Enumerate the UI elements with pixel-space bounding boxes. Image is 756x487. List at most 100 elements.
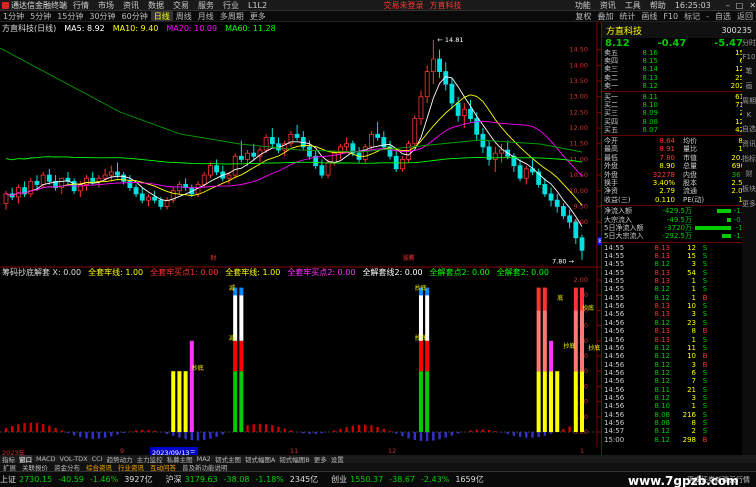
indicator-tab[interactable]: 设置 xyxy=(331,455,344,463)
tool-draw[interactable]: 画线 xyxy=(641,11,657,21)
index-shanghai[interactable]: 上证 2730.15 -40.59 -1.46% 3927亿 xyxy=(0,474,161,485)
trade-login-status[interactable]: 交易未登录 xyxy=(383,0,423,10)
indicator-tab[interactable]: VOL-TDX xyxy=(59,455,87,463)
signal-column xyxy=(418,371,423,432)
tool-mark[interactable]: 标记 xyxy=(684,11,700,21)
menu-item-market[interactable]: 市场 xyxy=(98,0,114,10)
right-strip-item[interactable]: 资讯 xyxy=(742,139,756,149)
bid-row[interactable]: 买五 8.07 42 xyxy=(602,126,756,134)
indicator-tab[interactable]: 指标 xyxy=(2,455,15,463)
index-hushen[interactable]: 沪深 3179.63 -38.08 -1.18% 2345亿 xyxy=(166,474,327,485)
tick-side: S xyxy=(702,252,708,261)
indicator-tab[interactable]: 韧式主图 xyxy=(215,455,241,463)
info-tab[interactable]: 行业资讯 xyxy=(118,463,144,471)
signal-column xyxy=(536,371,541,432)
indicator-tab[interactable]: MACD xyxy=(36,455,55,463)
indicator-tab[interactable]: 韧式幅图A xyxy=(245,455,275,463)
tick-side: S xyxy=(702,427,708,436)
info-tab[interactable]: 资金分布 xyxy=(54,463,80,471)
right-strip-item[interactable]: 笔 xyxy=(746,66,753,76)
period-5min[interactable]: 5分钟 xyxy=(27,11,54,21)
period-daily[interactable]: 日线 xyxy=(150,11,173,21)
right-strip-item[interactable]: 画 xyxy=(746,81,753,91)
index-chinext[interactable]: 创业 1550.37 -38.67 -2.43% 1659亿 xyxy=(331,474,492,485)
bid-label: 买五 xyxy=(604,125,618,134)
oscillator-bar xyxy=(444,432,447,438)
menu-item-trade[interactable]: 交易 xyxy=(173,0,189,10)
info-tab[interactable]: 综合资讯 xyxy=(86,463,112,471)
tool-adjust[interactable]: 复权 xyxy=(575,11,591,21)
menu-item-quotes[interactable]: 行情 xyxy=(73,0,89,10)
indicator-tab[interactable]: 韧式幅图B xyxy=(279,455,309,463)
right-strip-item[interactable]: 更多 xyxy=(742,199,756,209)
menu-item-data[interactable]: 数据 xyxy=(148,0,164,10)
tick-price: 8.08 xyxy=(654,418,670,427)
menu-item-function[interactable]: 功能 xyxy=(575,0,591,10)
menu-item-news[interactable]: 资讯 xyxy=(123,0,139,10)
time-axis: 2023年 9 2023/09/13三 11 12 1 xyxy=(0,447,600,457)
indicator-value: 全解套2: 0.00 xyxy=(496,268,549,277)
period-1min[interactable]: 1分钟 xyxy=(0,11,27,21)
right-strip-item[interactable]: 自选 xyxy=(742,124,756,134)
flow-bar xyxy=(695,217,731,222)
tick-row: 14:56 8.11 21 S xyxy=(602,385,756,394)
menu-item-tools[interactable]: 工具 xyxy=(625,0,641,10)
indicator-tab[interactable]: CCI xyxy=(92,455,103,463)
indicator-tab[interactable]: 主力监控 xyxy=(137,455,163,463)
info-tab[interactable]: 互动问答 xyxy=(150,463,176,471)
period-15min[interactable]: 15分钟 xyxy=(54,11,86,21)
period-weekly[interactable]: 周线 xyxy=(173,11,195,21)
indicator-tab[interactable]: MA2 xyxy=(197,455,211,463)
menu-item-info[interactable]: 资讯 xyxy=(600,0,616,10)
indicator-tab[interactable]: 窗口 xyxy=(19,455,32,463)
info-tab[interactable]: 普及新功能说明 xyxy=(182,463,228,471)
info-tab[interactable]: 关联报价 xyxy=(22,463,48,471)
tick-volume: 3 xyxy=(691,310,696,319)
right-strip-item[interactable]: 周期 xyxy=(742,96,756,106)
menu-item-industry[interactable]: 行业 xyxy=(223,0,239,10)
close-icon[interactable]: ✕ xyxy=(749,1,756,10)
stat-row: 收益(三)0.110PE(动)18.4 xyxy=(602,196,756,204)
minimize-icon[interactable]: – xyxy=(726,1,730,10)
tool-watchlist[interactable]: 自选 xyxy=(715,11,731,21)
right-strip-item[interactable]: 分时 xyxy=(742,38,756,48)
menu-item-service[interactable]: 服务 xyxy=(198,0,214,10)
right-strip-item[interactable]: 板块 xyxy=(742,184,756,194)
stock-name-promo[interactable]: 方直科技 xyxy=(429,0,461,10)
period-60min[interactable]: 60分钟 xyxy=(119,11,151,21)
tick-price: 8.12 xyxy=(654,318,670,327)
signal-column xyxy=(239,287,244,296)
tool-f10[interactable]: F10 xyxy=(663,12,678,21)
period-multi[interactable]: 多周期 xyxy=(217,11,247,21)
tick-time: 15:00 xyxy=(604,435,625,444)
right-strip-item[interactable]: 指标 xyxy=(742,154,756,164)
right-strip-item[interactable]: 财 xyxy=(746,169,753,179)
right-strip-item[interactable]: K xyxy=(747,111,752,119)
signal-label: 抄底 xyxy=(582,304,594,312)
oscillator-bar xyxy=(333,430,336,432)
indicator-tab[interactable]: 趋势动力 xyxy=(107,455,133,463)
menu-item-help[interactable]: 帮助 xyxy=(650,0,666,10)
indicator-title[interactable]: 筹码抄底解套 X: 0.00 xyxy=(2,267,81,278)
oscillator-bar xyxy=(264,424,268,432)
tool-minus[interactable]: - xyxy=(706,12,709,21)
ask-row[interactable]: 卖一 8.12 202 xyxy=(602,82,756,90)
tool-stats[interactable]: 统计 xyxy=(619,11,635,21)
period-30min[interactable]: 30分钟 xyxy=(86,11,118,21)
tool-overlay[interactable]: 叠加 xyxy=(597,11,613,21)
stat-value: 8.64 xyxy=(659,137,675,146)
tick-list[interactable]: 14:55 8.13 12 S 14:55 8.13 15 S 14:55 8.12 3 S 14:55… xyxy=(602,244,756,444)
period-more[interactable]: 更多 xyxy=(247,11,269,21)
right-strip-item[interactable]: F10 xyxy=(743,53,756,61)
indicator-tab[interactable]: 私募主图 xyxy=(167,455,193,463)
info-tab[interactable]: 扩展 xyxy=(3,463,16,471)
candlestick-chart[interactable]: 14.5014.0013.5013.0012.5012.0011.5011.00… xyxy=(0,22,601,470)
signal-label: 减 xyxy=(229,334,235,342)
tick-price: 8.12 xyxy=(654,368,670,377)
period-monthly[interactable]: 月线 xyxy=(195,11,217,21)
indicator-tab[interactable]: 更多 xyxy=(314,455,327,463)
menu-item-l1l2[interactable]: L1L2 xyxy=(248,1,267,10)
bid-price: 8.09 xyxy=(642,109,658,118)
maximize-icon[interactable]: □ xyxy=(736,1,744,10)
tool-back[interactable]: 返回 xyxy=(737,11,753,21)
